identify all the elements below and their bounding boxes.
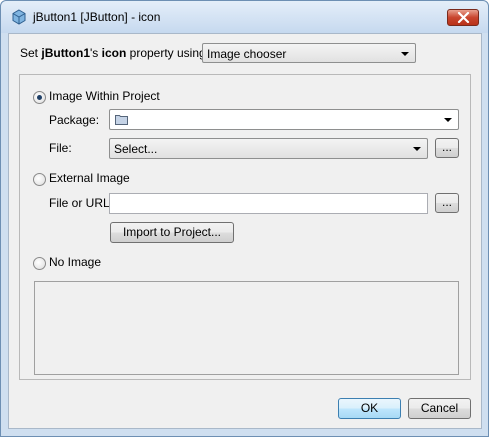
image-options-panel: Image Within Project Package: File: Sele… xyxy=(19,74,471,380)
image-preview-area xyxy=(34,281,459,375)
ok-button[interactable]: OK xyxy=(338,398,401,419)
mode-select[interactable]: Image chooser xyxy=(202,43,416,63)
dialog-content: Set jButton1's icon property using: Imag… xyxy=(8,33,482,429)
import-to-project-button[interactable]: Import to Project... xyxy=(110,222,234,243)
no-image-label[interactable]: No Image xyxy=(49,255,101,269)
cancel-button[interactable]: Cancel xyxy=(408,398,471,419)
property-mode-line: Set jButton1's icon property using: xyxy=(20,46,209,60)
file-select[interactable]: Select... xyxy=(109,138,428,159)
radio-dot xyxy=(37,95,42,100)
ok-label: OK xyxy=(360,401,379,415)
file-browse-button[interactable]: ... xyxy=(435,138,459,158)
suffix-text: property using: xyxy=(126,46,210,60)
possessive-text: 's xyxy=(90,46,102,60)
title-bar[interactable]: jButton1 [JButton] - icon xyxy=(1,1,488,33)
chevron-down-icon xyxy=(444,118,452,122)
prefix-text: Set xyxy=(20,46,42,60)
dialog-window: jButton1 [JButton] - icon Set jButton1's… xyxy=(0,0,489,437)
url-browse-button[interactable]: ... xyxy=(435,193,459,213)
external-image-radio[interactable] xyxy=(33,173,46,186)
close-icon xyxy=(457,12,470,23)
window-title: jButton1 [JButton] - icon xyxy=(33,10,161,24)
within-project-label[interactable]: Image Within Project xyxy=(49,89,160,103)
cancel-label: Cancel xyxy=(420,401,459,415)
chevron-down-icon xyxy=(401,52,409,56)
browse-label: ... xyxy=(441,140,452,154)
within-project-radio[interactable] xyxy=(33,91,46,104)
chevron-down-icon xyxy=(413,147,421,151)
package-label: Package: xyxy=(49,113,100,127)
file-or-url-label: File or URL: xyxy=(49,196,114,210)
property-name: icon xyxy=(101,46,127,60)
package-select[interactable] xyxy=(109,109,459,130)
close-button[interactable] xyxy=(447,9,479,26)
file-label: File: xyxy=(49,141,72,155)
import-label: Import to Project... xyxy=(122,225,222,239)
file-value: Select... xyxy=(114,142,158,156)
browse-label: ... xyxy=(441,195,452,209)
netbeans-cube-icon xyxy=(11,9,27,25)
component-name: jButton1 xyxy=(41,46,91,60)
mode-selected-value: Image chooser xyxy=(207,47,287,61)
folder-icon xyxy=(115,114,128,128)
file-or-url-input[interactable] xyxy=(109,193,428,214)
no-image-radio[interactable] xyxy=(33,257,46,270)
external-image-label[interactable]: External Image xyxy=(49,171,130,185)
